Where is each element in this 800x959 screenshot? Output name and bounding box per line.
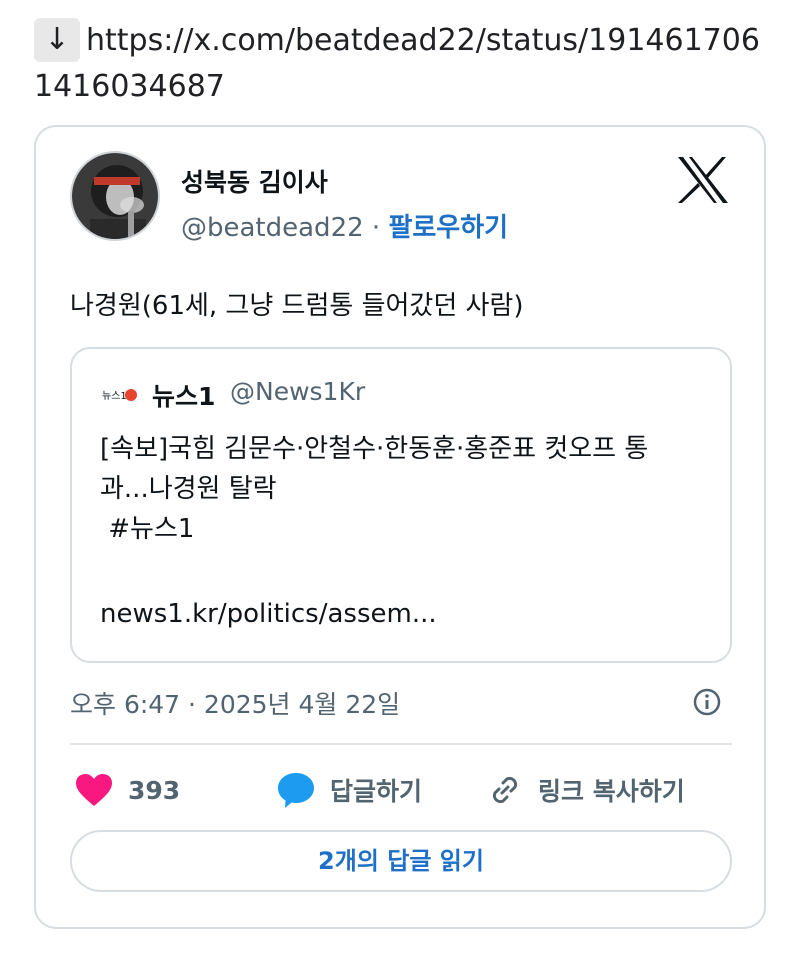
tweet-timestamp[interactable]: 오후 6:47 · 2025년 4월 22일 — [70, 685, 400, 721]
copy-link-button[interactable]: 링크 복사하기 — [486, 767, 685, 813]
reply-button[interactable]: 답글하기 — [276, 767, 422, 813]
handle-separator: · — [371, 213, 381, 243]
quoted-tweet[interactable]: 뉴스1 뉴스1 @News1Kr [속보]국힘 김문수·안철수·한동훈·홍준표 … — [70, 347, 732, 663]
author-name[interactable]: 성북동 김이사 — [181, 163, 328, 199]
avatar[interactable] — [70, 151, 160, 241]
tweet-url-link[interactable]: https://x.com/beatdead22/status/19146170… — [34, 23, 760, 104]
reply-label: 답글하기 — [330, 777, 423, 806]
heart-icon — [76, 774, 112, 806]
divider — [70, 743, 732, 745]
reply-bubble-icon — [278, 773, 314, 808]
quoted-text-line: 과...나경원 탈락 — [100, 474, 277, 504]
news1-logo: 뉴스1 — [102, 387, 138, 403]
url-line: ↓ https://x.com/beatdead22/status/1914617… — [34, 18, 764, 110]
link-icon — [492, 776, 518, 804]
copy-link-label: 링크 복사하기 — [538, 777, 685, 806]
like-button[interactable]: 393 — [74, 767, 180, 813]
download-arrow-icon[interactable]: ↓ — [34, 18, 80, 62]
quoted-text-line: #뉴스1 — [100, 514, 195, 544]
tweet-text: 나경원(61세, 그냥 드럼통 들어갔던 사람) — [70, 291, 524, 321]
quoted-author-handle: @News1Kr — [230, 377, 366, 406]
read-replies-button[interactable]: 2개의 답글 읽기 — [70, 830, 732, 892]
quoted-link[interactable]: news1.kr/politics/assem... — [100, 599, 437, 629]
news1-logo-text: 뉴스1 — [102, 390, 127, 402]
author-handle[interactable]: @beatdead22 — [181, 213, 364, 243]
follow-button[interactable]: 팔로우하기 — [388, 213, 508, 243]
info-icon[interactable] — [692, 687, 722, 717]
x-logo-icon[interactable] — [676, 155, 730, 205]
quoted-text: [속보]국힘 김문수·안철수·한동훈·홍준표 컷오프 통 과...나경원 탈락 … — [100, 429, 720, 549]
quoted-text-line: [속보]국힘 김문수·안철수·한동훈·홍준표 컷오프 통 — [100, 434, 649, 464]
handle-row: @beatdead22 · 팔로우하기 — [181, 207, 508, 244]
tweet-embed-card: 성북동 김이사 @beatdead22 · 팔로우하기 나경원(61세, 그냥 … — [34, 125, 766, 929]
like-count: 393 — [128, 775, 181, 805]
action-bar: 393 답글하기 링크 복사하기 — [70, 767, 732, 813]
quoted-author-name: 뉴스1 — [152, 382, 216, 411]
